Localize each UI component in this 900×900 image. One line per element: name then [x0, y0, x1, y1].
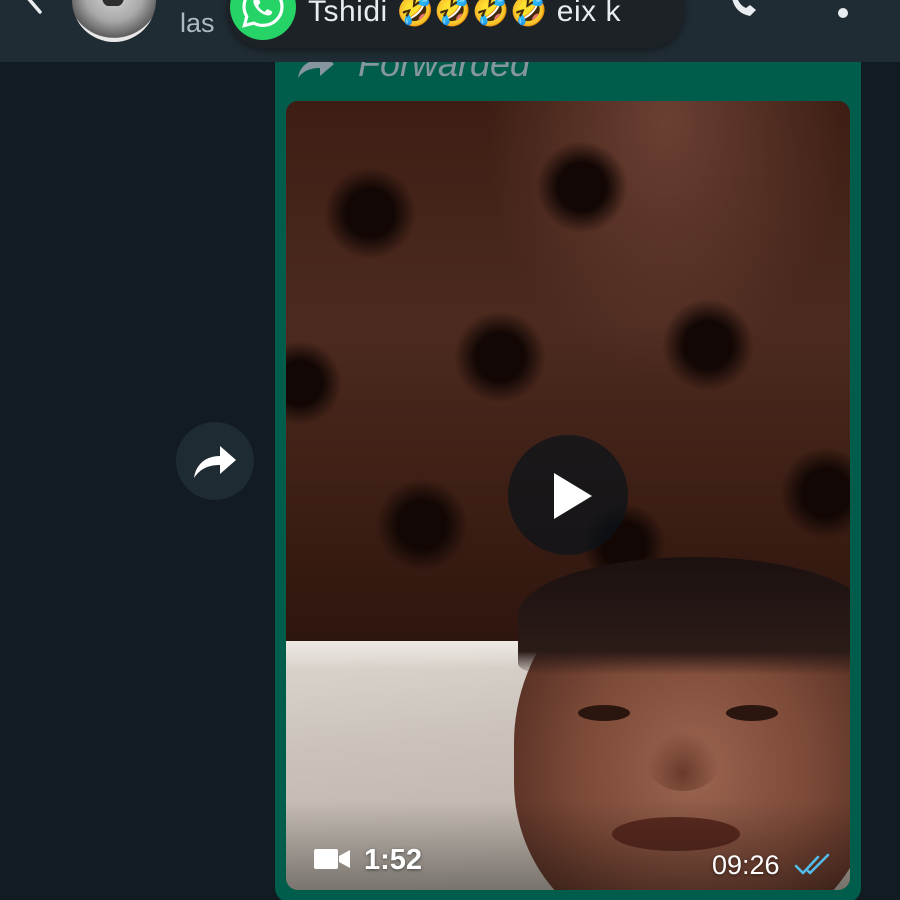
- video-frame-eye-left: [578, 705, 630, 721]
- video-frame-person-cap: [518, 557, 850, 675]
- phone-icon: [732, 0, 756, 16]
- chat-screen: las Forwarded 1:52 09:26 Tshidi 🤣🤣🤣🤣 eix…: [0, 0, 900, 900]
- notification-text: Tshidi 🤣🤣🤣🤣 eix k: [308, 0, 621, 28]
- video-frame-nose: [646, 731, 720, 791]
- share-forward-icon: [194, 446, 236, 478]
- more-options-icon: [838, 8, 848, 18]
- back-button[interactable]: [14, 0, 54, 18]
- video-thumbnail[interactable]: 1:52 09:26: [286, 101, 850, 890]
- message-timestamp: 09:26: [712, 850, 780, 880]
- play-icon: [554, 473, 592, 519]
- video-duration: 1:52: [364, 844, 423, 876]
- video-frame-eye-right: [726, 705, 778, 721]
- more-options-button[interactable]: [828, 0, 862, 24]
- video-camera-icon: [314, 849, 350, 869]
- play-button[interactable]: [508, 435, 628, 555]
- forward-message-button[interactable]: [176, 422, 254, 500]
- contact-avatar[interactable]: [72, 0, 156, 42]
- contact-name[interactable]: las: [180, 6, 215, 40]
- back-arrow-icon: [27, 0, 42, 14]
- whatsapp-icon: [230, 0, 296, 40]
- double-check-icon: [794, 853, 830, 875]
- voice-call-button[interactable]: [722, 0, 766, 24]
- incoming-notification[interactable]: Tshidi 🤣🤣🤣🤣 eix k: [228, 0, 684, 48]
